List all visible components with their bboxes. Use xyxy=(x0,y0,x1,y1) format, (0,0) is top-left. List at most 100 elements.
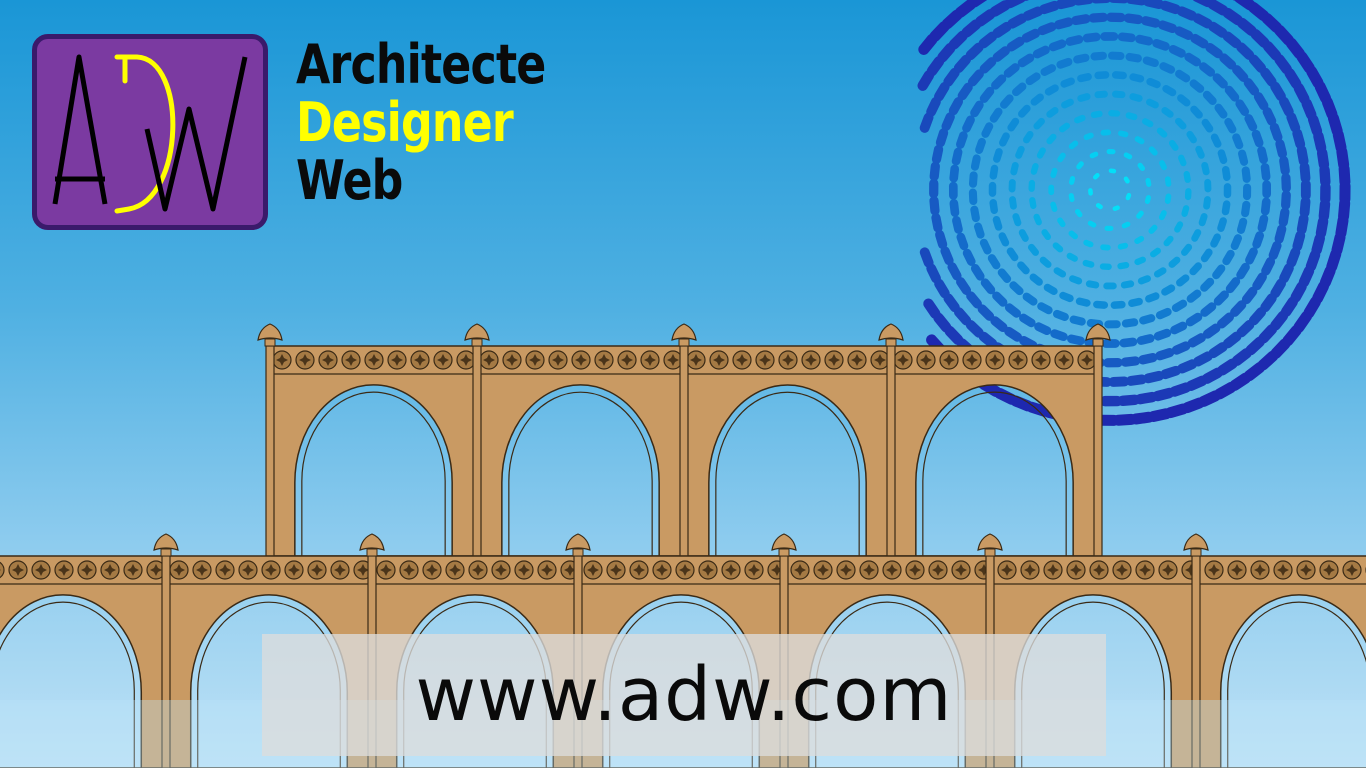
globe-dash xyxy=(1110,300,1126,309)
globe-dash xyxy=(1050,167,1058,179)
globe-dash xyxy=(1210,133,1222,148)
globe-dash xyxy=(1137,162,1146,171)
globe-dash xyxy=(1148,146,1158,156)
globe-dash xyxy=(1012,82,1027,97)
globe-dash xyxy=(1050,201,1058,212)
globe-dash xyxy=(1252,231,1264,249)
globe-dash xyxy=(1068,193,1075,202)
globe-dash xyxy=(1119,337,1138,348)
globe-dash xyxy=(1217,217,1227,232)
globe-dash xyxy=(1083,132,1094,141)
globe-dash xyxy=(970,154,981,171)
globe-dash xyxy=(1159,160,1167,171)
globe-dash xyxy=(1125,192,1132,201)
globe-dash xyxy=(1153,328,1172,341)
globe-dash xyxy=(948,181,958,200)
globe-dash xyxy=(1117,32,1136,43)
globe-dash xyxy=(1241,200,1251,218)
globe-dash xyxy=(1073,53,1090,64)
globe-dash xyxy=(1144,195,1151,204)
adw-logo-mark xyxy=(52,54,248,214)
globe-dash xyxy=(1085,280,1100,289)
globe-dash xyxy=(1171,299,1188,312)
globe-dash xyxy=(1136,334,1155,345)
globe-dash xyxy=(1224,117,1237,134)
globe-dash xyxy=(1148,224,1158,234)
globe-dash xyxy=(1103,357,1123,368)
globe-dash xyxy=(1056,57,1073,69)
globe-dash xyxy=(1158,210,1167,221)
globe-dash xyxy=(998,232,1010,247)
globe-dash xyxy=(1048,184,1055,196)
globe-dash xyxy=(1044,84,1059,96)
globe-dash xyxy=(1125,52,1142,63)
globe-dash xyxy=(1164,176,1172,187)
globe-dash xyxy=(1186,130,1197,144)
finial-icon xyxy=(1183,533,1209,551)
globe-dash xyxy=(988,181,997,197)
globe-dash xyxy=(929,161,940,182)
pilaster xyxy=(265,345,275,557)
globe-dash xyxy=(1048,39,1067,52)
globe-dash xyxy=(1159,62,1176,74)
globe-dash xyxy=(1052,309,1069,321)
globe-dash xyxy=(1168,139,1179,151)
globe-dash xyxy=(1146,77,1161,89)
globe-dash xyxy=(1027,243,1039,256)
finial-icon xyxy=(257,323,283,341)
globe-dash xyxy=(1108,110,1121,117)
globe-dash xyxy=(1181,205,1190,217)
globe-dash xyxy=(1121,318,1139,328)
globe-dash xyxy=(1121,221,1131,229)
globe-dash xyxy=(949,164,960,183)
globe-dash xyxy=(1000,94,1014,109)
globe-dash xyxy=(1060,77,1075,88)
globe-dash xyxy=(1104,320,1121,329)
globe-dash xyxy=(1033,117,1045,130)
globe-dash xyxy=(1178,154,1187,167)
globe-dash xyxy=(1009,281,1024,296)
globe-dash xyxy=(968,171,978,188)
globe-dash xyxy=(1136,210,1144,219)
globe-dash xyxy=(1230,234,1243,251)
globe-dash xyxy=(1065,35,1084,46)
globe-dash xyxy=(1221,166,1231,181)
globe-dash xyxy=(1174,221,1184,233)
globe-dash xyxy=(1088,188,1093,196)
globe-dash xyxy=(1161,284,1176,296)
globe-dash xyxy=(1120,356,1141,367)
finial-icon xyxy=(977,533,1003,551)
globe-dash xyxy=(1183,170,1191,183)
globe-dash xyxy=(975,137,986,154)
globe-dash xyxy=(1161,106,1174,118)
globe-dash xyxy=(1053,267,1067,278)
globe-dash xyxy=(1260,197,1271,216)
finial-icon xyxy=(359,533,385,551)
globe-dash xyxy=(1190,105,1203,119)
globe-dash xyxy=(999,132,1010,147)
globe-dash xyxy=(1186,289,1202,303)
globe-dash xyxy=(1104,225,1114,232)
globe-dash xyxy=(1015,145,1025,159)
globe-dash xyxy=(1029,273,1043,286)
globe-dash xyxy=(1094,71,1110,80)
globe-dash xyxy=(997,268,1012,283)
pilaster xyxy=(1093,345,1103,557)
globe-dash xyxy=(1006,247,1019,262)
globe-dash xyxy=(1022,130,1034,144)
globe-dash xyxy=(1039,256,1052,268)
globe-dash xyxy=(1198,213,1208,227)
globe-dash xyxy=(1008,178,1016,193)
globe-dash xyxy=(1103,282,1117,290)
globe-dash xyxy=(1100,32,1119,41)
globe-dash xyxy=(1117,262,1130,270)
globe-dash xyxy=(1074,209,1083,218)
globe-dash xyxy=(1030,93,1044,106)
globe-dash xyxy=(989,164,999,180)
globe-dash xyxy=(1082,259,1095,268)
globe-dash xyxy=(1135,34,1153,46)
globe-dash xyxy=(1088,12,1109,23)
website-url[interactable]: www.adw.com xyxy=(416,652,953,738)
globe-dash xyxy=(1142,118,1154,128)
globe-dash xyxy=(1236,217,1248,234)
